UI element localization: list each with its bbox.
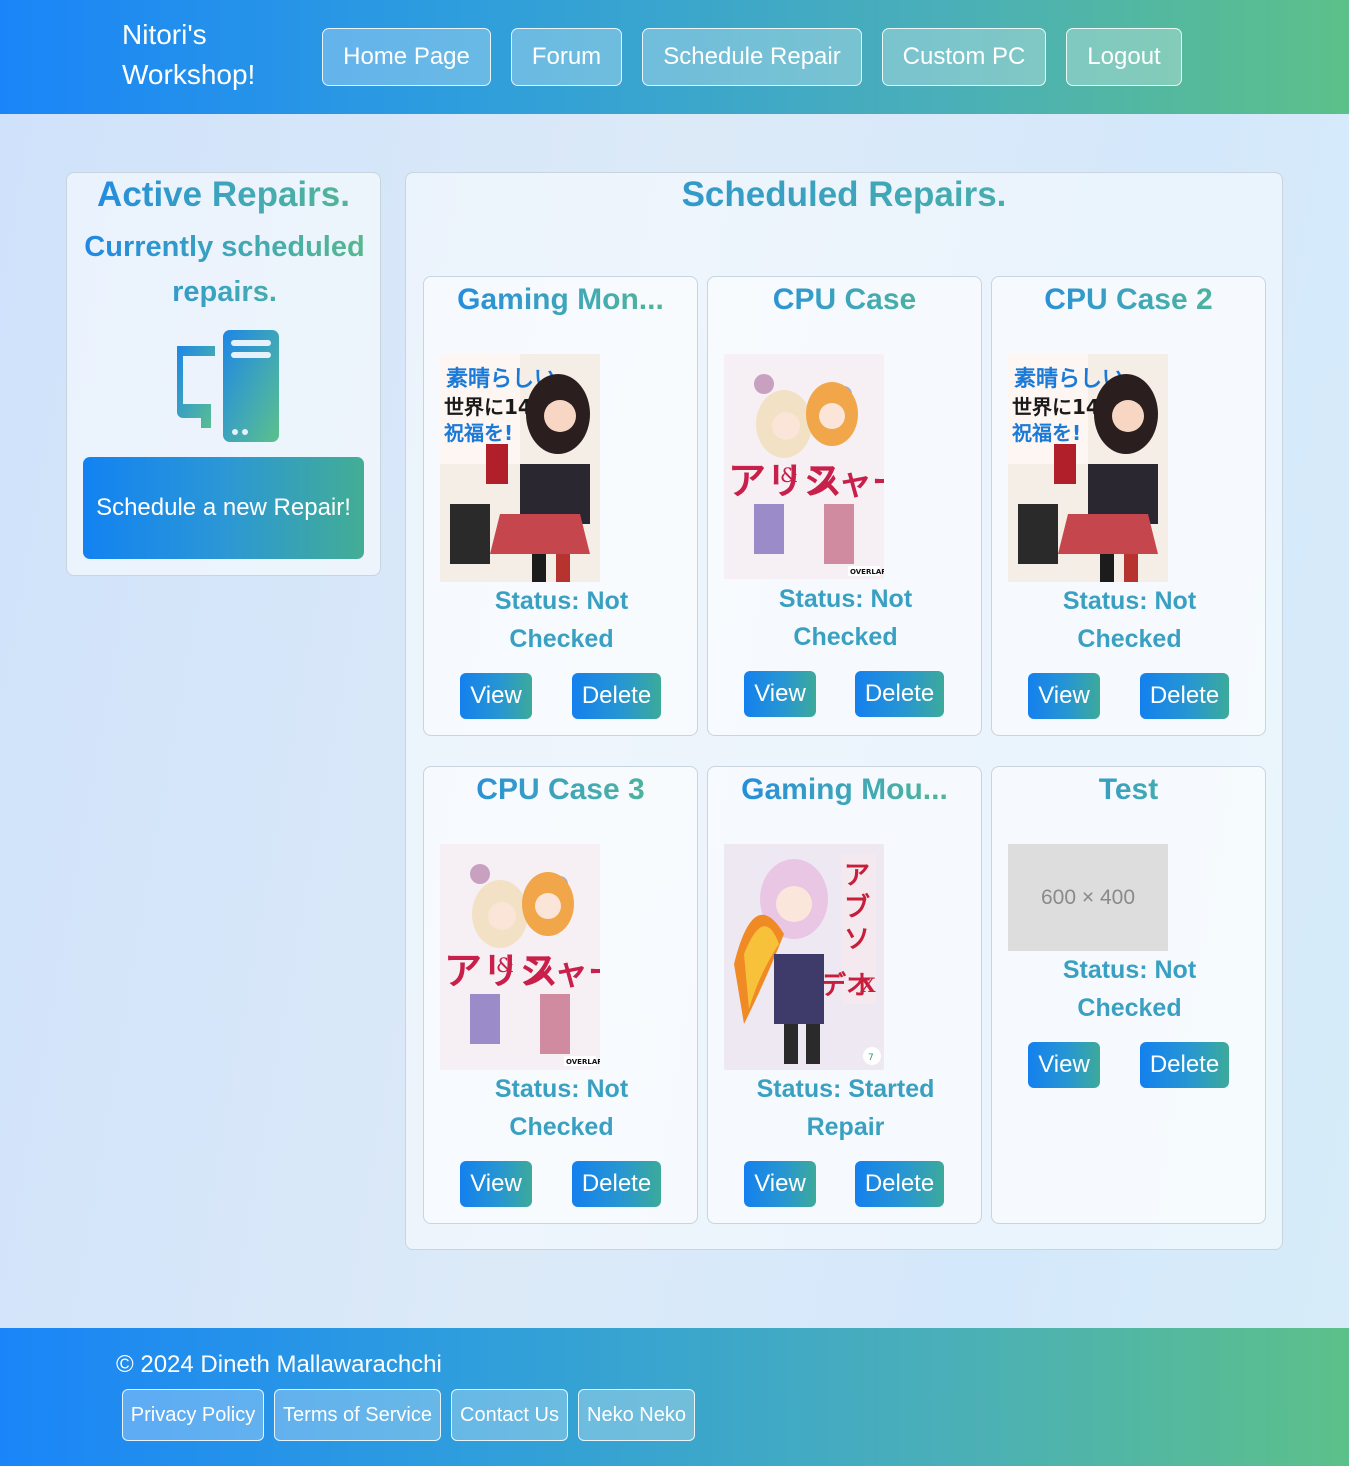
copyright-text: © 2024 Dineth Mallawarachchi (116, 1351, 442, 1378)
svg-text:ア: ア (844, 861, 870, 891)
footer-link-privacy-policy[interactable]: Privacy Policy (122, 1389, 264, 1441)
placeholder-image[interactable]: 600 × 400 (1008, 844, 1168, 951)
delete-button[interactable]: Delete (572, 673, 661, 719)
view-button[interactable]: View (744, 1161, 816, 1207)
repair-card: Gaming Mon... 素晴らしい 世界に14 祝福を! Status: N… (423, 276, 698, 736)
repair-card-title: Test (992, 773, 1265, 807)
repair-card: Test 600 × 400 Status: Not Checked View … (991, 766, 1266, 1224)
repair-card-status: Status: Not Checked (494, 1075, 629, 1141)
view-button[interactable]: View (1028, 673, 1100, 719)
nav-logout-button[interactable]: Logout (1066, 28, 1182, 86)
nav-custom-pc-button[interactable]: Custom PC (882, 28, 1046, 86)
footer-link-neko-neko[interactable]: Neko Neko (578, 1389, 695, 1441)
repair-card-image[interactable]: 素晴らしい 世界に14 祝福を! (1008, 354, 1168, 582)
svg-text:&: & (496, 953, 514, 977)
delete-button[interactable]: Delete (855, 671, 944, 717)
svg-text:&: & (780, 463, 798, 487)
delete-button[interactable]: Delete (1140, 1042, 1229, 1088)
delete-button[interactable]: Delete (1140, 673, 1229, 719)
top-navbar: Nitori's Workshop! Home Page Forum Sched… (0, 0, 1349, 114)
repair-card-status: Status: Not Checked (1062, 587, 1197, 653)
brand-title[interactable]: Nitori's Workshop! (122, 15, 292, 95)
footer: © 2024 Dineth Mallawarachchi Privacy Pol… (0, 1328, 1349, 1466)
svg-text:祝福を!: 祝福を! (444, 421, 513, 445)
view-button[interactable]: View (460, 1161, 532, 1207)
svg-text:シャー: シャー (520, 953, 600, 993)
repair-card-title: Gaming Mou... (708, 773, 981, 807)
svg-text:OVERLAP: OVERLAP (566, 1058, 600, 1066)
repair-card-image[interactable]: アリス & シャー OVERLAP (724, 354, 884, 579)
svg-text:OVERLAP: OVERLAP (850, 568, 884, 576)
svg-text:7: 7 (868, 1053, 874, 1063)
delete-button[interactable]: Delete (572, 1161, 661, 1207)
svg-text:ソ: ソ (844, 925, 870, 955)
repair-card: CPU Case 3 アリス & シャー OVERLAP Status: Not… (423, 766, 698, 1224)
active-repairs-subtitle: Currently scheduled repairs. (75, 225, 374, 315)
svg-text:祝福を!: 祝福を! (1012, 421, 1081, 445)
active-repairs-panel: Active Repairs. Currently scheduled repa… (66, 172, 381, 576)
repair-card-status: Status: Not Checked (1062, 956, 1197, 1022)
repair-card-image[interactable]: ア ブ ソ デオ X 7 (724, 844, 884, 1070)
delete-button[interactable]: Delete (855, 1161, 944, 1207)
svg-text:X: X (860, 973, 876, 997)
repair-card-title: CPU Case 3 (424, 773, 697, 807)
repair-card: Gaming Mou... ア ブ ソ デオ X 7 Status: Start… (707, 766, 982, 1224)
footer-link-terms-of-service[interactable]: Terms of Service (274, 1389, 441, 1441)
svg-text:シャー: シャー (804, 463, 884, 503)
view-button[interactable]: View (1028, 1042, 1100, 1088)
scheduled-repairs-panel: Scheduled Repairs. Gaming Mon... 素晴らしい 世… (405, 172, 1283, 1250)
view-button[interactable]: View (460, 673, 532, 719)
repair-card: CPU Case アリス & シャー OVERLAP Status: Not C… (707, 276, 982, 736)
repair-card-title: Gaming Mon... (424, 283, 697, 317)
computer-icon (167, 328, 282, 443)
repair-card-status: Status: Started Repair (756, 1075, 935, 1141)
footer-link-contact-us[interactable]: Contact Us (451, 1389, 568, 1441)
svg-text:ブ: ブ (844, 892, 870, 923)
repair-card: CPU Case 2 素晴らしい 世界に14 祝福を! Status: Not … (991, 276, 1266, 736)
nav-schedule-repair-button[interactable]: Schedule Repair (642, 28, 862, 86)
active-repairs-title: Active Repairs. (67, 175, 380, 215)
svg-text:世界に14: 世界に14 (1012, 395, 1100, 419)
schedule-new-repair-button[interactable]: Schedule a new Repair! (83, 457, 364, 559)
nav-home-button[interactable]: Home Page (322, 28, 491, 86)
svg-text:世界に14: 世界に14 (444, 395, 532, 419)
scheduled-repairs-title: Scheduled Repairs. (406, 175, 1282, 215)
view-button[interactable]: View (744, 671, 816, 717)
repair-card-image[interactable]: 素晴らしい 世界に14 祝福を! (440, 354, 600, 582)
repair-card-title: CPU Case (708, 283, 981, 317)
repair-card-status: Status: Not Checked (778, 585, 913, 651)
repair-card-image[interactable]: アリス & シャー OVERLAP (440, 844, 600, 1070)
repair-card-status: Status: Not Checked (494, 587, 629, 653)
repair-card-title: CPU Case 2 (992, 283, 1265, 317)
nav-forum-button[interactable]: Forum (511, 28, 622, 86)
